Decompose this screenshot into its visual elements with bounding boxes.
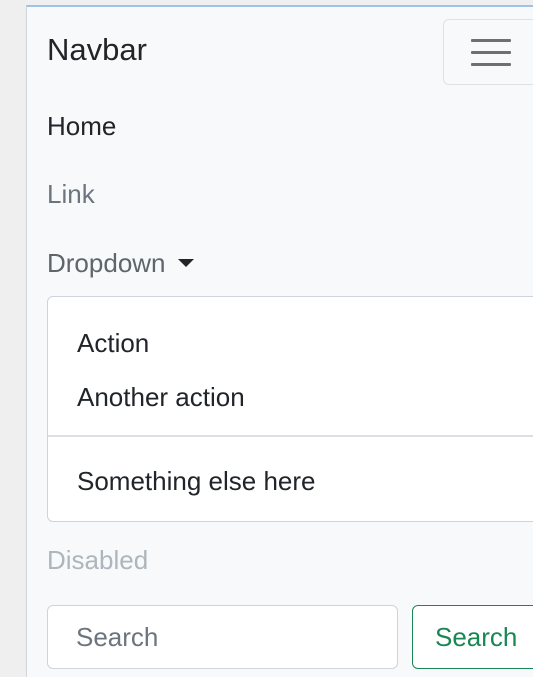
nav-dropdown-toggle[interactable]: Dropdown [47, 250, 194, 276]
caret-down-icon [177, 259, 194, 267]
navbar: Navbar Home Link Dropdown Action Another… [26, 5, 533, 677]
hamburger-bar [471, 51, 511, 54]
navbar-toggler-button[interactable] [443, 19, 533, 85]
dropdown-menu: Action Another action Something else her… [47, 296, 533, 522]
dropdown-divider [48, 435, 533, 437]
navbar-brand[interactable]: Navbar [47, 34, 147, 65]
nav-link-disabled: Disabled [47, 545, 149, 575]
nav-dropdown-label: Dropdown [47, 248, 166, 278]
nav-link-link[interactable]: Link [47, 181, 95, 207]
nav-link-home[interactable]: Home [47, 113, 116, 139]
search-input[interactable] [47, 605, 398, 669]
search-button[interactable]: Search [412, 605, 533, 669]
dropdown-item-something-else[interactable]: Something else here [77, 468, 315, 494]
hamburger-bar [471, 39, 511, 42]
dropdown-item-action[interactable]: Action [77, 330, 149, 356]
dropdown-item-another-action[interactable]: Another action [77, 384, 245, 410]
page-gutter [0, 0, 26, 677]
hamburger-bar [471, 63, 511, 66]
